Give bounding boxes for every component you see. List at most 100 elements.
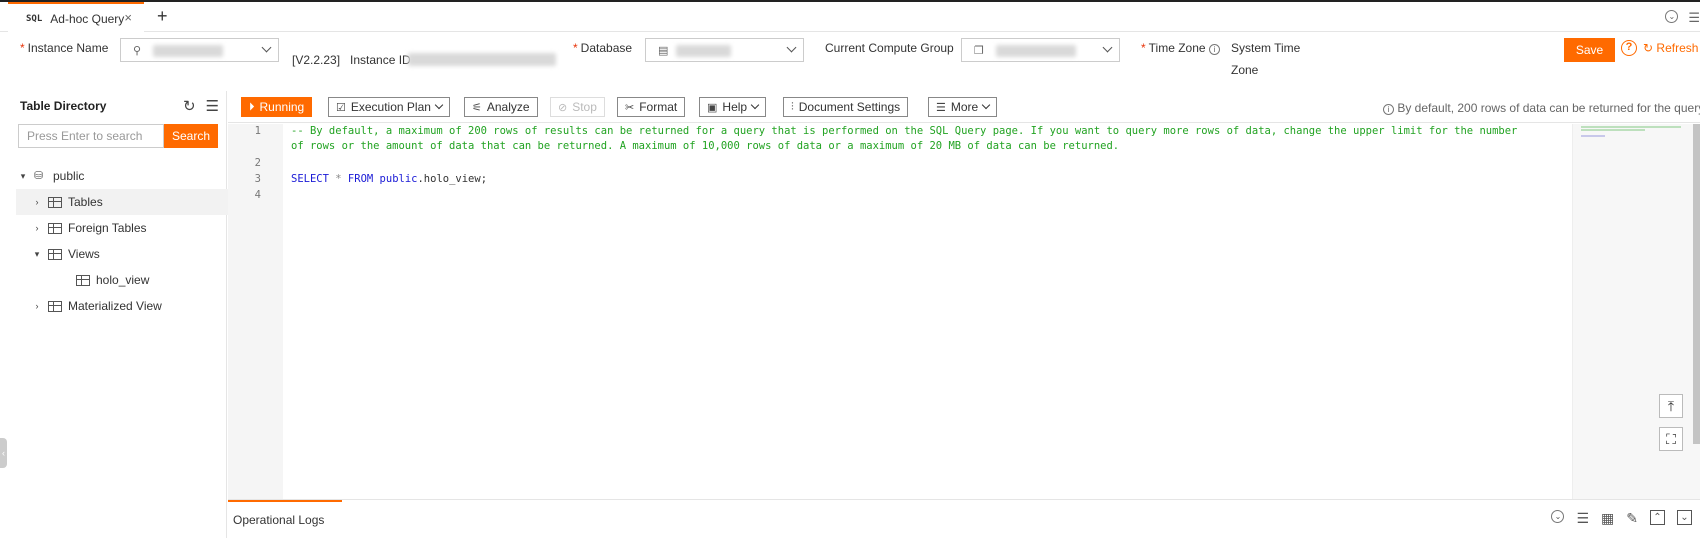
chevron-down-icon[interactable]: ⌄ — [1677, 510, 1692, 525]
list-icon[interactable]: ☰ — [1576, 510, 1589, 527]
help-book-icon: ▣ — [707, 101, 718, 114]
pin-icon[interactable]: ✎ — [1626, 510, 1638, 527]
fullscreen-icon[interactable]: ⛶ — [1659, 427, 1683, 451]
document-settings-button[interactable]: ⫶ Document Settings — [783, 97, 909, 117]
format-button[interactable]: ✂ Format — [617, 97, 686, 117]
tree-item-public[interactable]: ▾ ⛁ public — [16, 163, 228, 189]
vertical-scrollbar[interactable] — [1693, 124, 1700, 444]
execution-plan-button[interactable]: ☑ Execution Plan — [328, 97, 450, 117]
code-comment-line: -- By default, a maximum of 200 rows of … — [291, 125, 1518, 137]
results-panel-actions: ⌄ ☰ ▦ ✎ ⌃ ⌄ — [1551, 510, 1692, 527]
list-collapse-icon[interactable]: ☰ — [206, 97, 219, 115]
analyze-button[interactable]: ⚟ Analyze — [464, 97, 538, 117]
play-icon: ⏵ — [249, 100, 255, 113]
menu-icon[interactable]: ☰ — [1688, 10, 1700, 26]
table-directory-panel: Table Directory ↻ ☰ Search ▾ ⛁ public › … — [8, 91, 228, 538]
chevron-down-circle-icon[interactable]: ⌄ — [1551, 510, 1565, 523]
close-icon[interactable]: × — [124, 10, 132, 25]
time-zone-value-line2: Zone — [1231, 63, 1259, 77]
more-icon: ☰ — [936, 101, 946, 114]
tab-ad-hoc-query[interactable]: SQL Ad-hoc Query × — [8, 2, 144, 33]
foreign-table-icon — [48, 222, 62, 234]
sql-editor[interactable]: 1 2 3 4 -- By default, a maximum of 200 … — [228, 124, 1700, 499]
time-zone-label: * Time Zone i — [1141, 41, 1220, 55]
sql-icon: SQL — [26, 13, 43, 24]
instance-id-label: Instance ID — [350, 53, 411, 67]
line-number-gutter: 1 2 3 4 — [228, 124, 283, 499]
chevron-up-icon[interactable]: ⌃ — [1650, 510, 1665, 525]
materialized-view-icon — [48, 300, 62, 312]
chevron-down-icon[interactable]: ⌄ — [1665, 10, 1679, 23]
tab-label: Ad-hoc Query — [50, 11, 125, 26]
tree-label: public — [53, 169, 85, 183]
table-icon — [48, 196, 62, 208]
scroll-to-top-icon[interactable]: ⤒ — [1659, 394, 1683, 418]
editor-toolbar: ⏵ Running ☑ Execution Plan ⚟ Analyze ⊘ Stop … — [228, 91, 1700, 123]
help-button[interactable]: ▣ Help — [699, 97, 767, 117]
tab-operational-logs[interactable]: Operational Logs — [228, 500, 342, 538]
instance-name-select[interactable]: ⚲ — [120, 38, 279, 62]
instance-name-label: * Instance Name — [20, 41, 109, 55]
compute-group-select[interactable]: ❐ — [961, 38, 1120, 62]
save-button[interactable]: Save — [1564, 38, 1615, 62]
code-comment-line: of rows or the amount of data that can b… — [291, 140, 1120, 152]
refresh-button[interactable]: ↻ Refresh — [1643, 41, 1698, 55]
calendar-icon[interactable]: ▦ — [1601, 510, 1614, 527]
database-label: * Database — [573, 41, 633, 55]
chevron-down-icon[interactable]: ▾ — [30, 249, 44, 260]
collapse-sidebar-handle[interactable]: ‹ — [0, 438, 7, 468]
settings-sliders-icon: ⫶ — [791, 100, 794, 113]
chevron-right-icon[interactable]: › — [30, 197, 44, 207]
execution-plan-icon: ☑ — [336, 101, 346, 114]
info-icon: i — [1208, 44, 1220, 55]
info-icon: i — [1383, 104, 1394, 115]
tree-item-holo-view[interactable]: holo_view — [16, 267, 228, 293]
chevron-down-icon[interactable]: ▾ — [16, 171, 30, 182]
config-row: * Instance Name ⚲ [V2.2.23] Instance ID *… — [0, 33, 1700, 90]
stop-button[interactable]: ⊘ Stop — [550, 97, 605, 117]
database-select[interactable]: ▤ — [645, 38, 804, 62]
format-icon: ✂ — [625, 101, 635, 114]
more-button[interactable]: ☰ More — [928, 97, 998, 117]
running-button[interactable]: ⏵ Running — [241, 97, 313, 117]
code-area[interactable]: -- By default, a maximum of 200 rows of … — [283, 124, 1601, 499]
tree-label: holo_view — [96, 273, 150, 287]
tree-item-views[interactable]: ▾ Views — [16, 241, 228, 267]
refresh-icon[interactable]: ↻ — [183, 97, 196, 115]
line-number: 3 — [254, 173, 261, 185]
tree-label: Tables — [68, 195, 103, 209]
search-button[interactable]: Search — [164, 124, 218, 148]
tree-item-materialized-view[interactable]: › Materialized View — [16, 293, 228, 319]
chevron-down-icon — [1102, 42, 1113, 53]
tree-item-foreign-tables[interactable]: › Foreign Tables — [16, 215, 228, 241]
table-search-input[interactable] — [18, 124, 164, 148]
tree-item-tables[interactable]: › Tables — [16, 189, 228, 215]
analyze-icon: ⚟ — [472, 101, 482, 114]
window-controls: ⌄ ☰ — [1665, 10, 1700, 26]
row-limit-note: i By default, 200 rows of data can be re… — [1383, 101, 1700, 115]
line-number: 4 — [254, 189, 261, 201]
tab-bar: SQL Ad-hoc Query × + ⌄ ☰ — [0, 0, 1700, 33]
compute-group-icon: ❐ — [974, 45, 984, 57]
instance-icon: ⚲ — [133, 45, 142, 57]
stop-icon: ⊘ — [558, 101, 568, 114]
table-directory-title: Table Directory — [20, 99, 107, 113]
add-tab-button[interactable]: + — [157, 6, 168, 27]
chevron-right-icon[interactable]: › — [30, 301, 44, 311]
chevron-down-icon — [261, 42, 272, 53]
help-icon[interactable]: ? — [1621, 40, 1637, 56]
tree-label: Foreign Tables — [68, 221, 147, 235]
time-zone-value: System Time — [1231, 41, 1301, 55]
sidebar-actions: ↻ ☰ — [183, 97, 219, 115]
tree-label: Views — [68, 247, 100, 261]
chevron-down-icon — [786, 42, 797, 53]
version-text: [V2.2.23] — [292, 53, 341, 67]
chevron-right-icon[interactable]: › — [30, 223, 44, 233]
tree-label: Materialized View — [68, 299, 162, 313]
chevron-down-icon — [750, 100, 760, 110]
line-number: 2 — [254, 157, 261, 169]
compute-group-label: Current Compute Group — [825, 41, 954, 55]
instance-id-value — [408, 53, 556, 66]
results-panel-bar: Operational Logs ⌄ ☰ ▦ ✎ ⌃ ⌄ — [228, 499, 1700, 538]
refresh-icon: ↻ — [1643, 41, 1654, 55]
